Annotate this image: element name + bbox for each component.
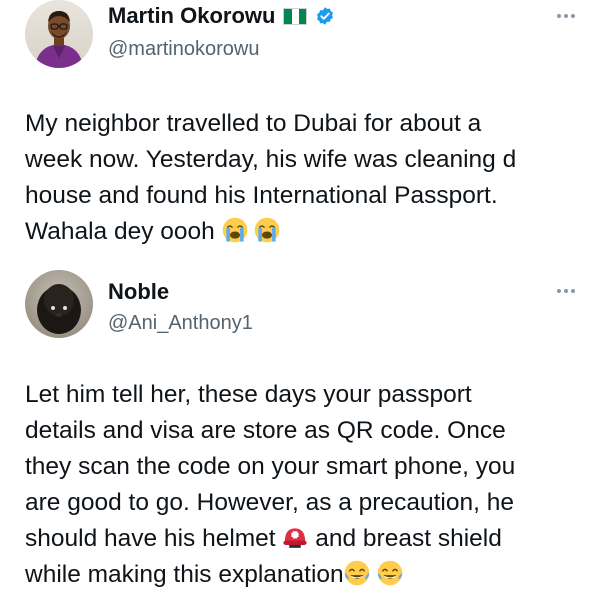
- face-with-tears-of-joy-emoji: [344, 560, 369, 586]
- post-text: My neighbor travelled to Dubai for about…: [25, 106, 580, 250]
- post-text-line: while making this explanation: [25, 561, 344, 588]
- face-with-tears-of-joy-emoji: [377, 560, 402, 586]
- author-name-row: Martin Okorowu: [108, 2, 335, 30]
- post-text-line: Let him tell her, these days your passpo…: [25, 381, 472, 408]
- verified-badge-icon: [317, 7, 334, 25]
- post-text-line: should have his helmet: [25, 525, 276, 552]
- post-text-line: week now. Yesterday, his wife was cleani…: [25, 146, 517, 173]
- avatar[interactable]: [25, 270, 93, 338]
- post-text-line: they scan the code on your smart phone, …: [25, 453, 516, 480]
- post-text-line-with-emoji: should have his helmet and breast shield: [25, 521, 580, 557]
- post-martin-okorowu: Martin Okorowu @martinokorowu My neighbo…: [0, 0, 597, 265]
- loudly-crying-face-emoji: [222, 217, 247, 243]
- more-options-icon[interactable]: [557, 289, 575, 293]
- post-text-line: details and visa are store as QR code. O…: [25, 417, 506, 444]
- post-text-line: house and found his International Passpo…: [25, 182, 498, 209]
- post-text-line-with-emoji: Wahala dey oooh: [25, 214, 580, 250]
- display-name[interactable]: Martin Okorowu: [108, 2, 275, 30]
- profile-photo-icon: [25, 0, 93, 68]
- author-name-row: Noble: [108, 278, 169, 306]
- rescue-worker-helmet-emoji: [283, 528, 307, 548]
- more-options-icon[interactable]: [557, 14, 575, 18]
- post-text-line: are good to go. However, as a precaution…: [25, 489, 514, 516]
- post-text-line: and breast shield: [315, 525, 502, 552]
- display-name[interactable]: Noble: [108, 278, 169, 306]
- post-noble: Noble @Ani_Anthony1 Let him tell her, th…: [0, 265, 597, 604]
- post-text-line: My neighbor travelled to Dubai for about…: [25, 110, 482, 137]
- post-text-line: Wahala dey oooh: [25, 218, 215, 245]
- post-text: Let him tell her, these days your passpo…: [25, 377, 580, 593]
- loudly-crying-face-emoji: [255, 217, 280, 243]
- avatar[interactable]: [25, 0, 93, 68]
- post-text-line-with-emoji: while making this explanation: [25, 557, 580, 593]
- author-handle[interactable]: @Ani_Anthony1: [108, 310, 253, 336]
- author-handle[interactable]: @martinokorowu: [108, 36, 259, 62]
- profile-photo-icon: [25, 270, 93, 338]
- nigeria-flag-icon: [283, 7, 308, 25]
